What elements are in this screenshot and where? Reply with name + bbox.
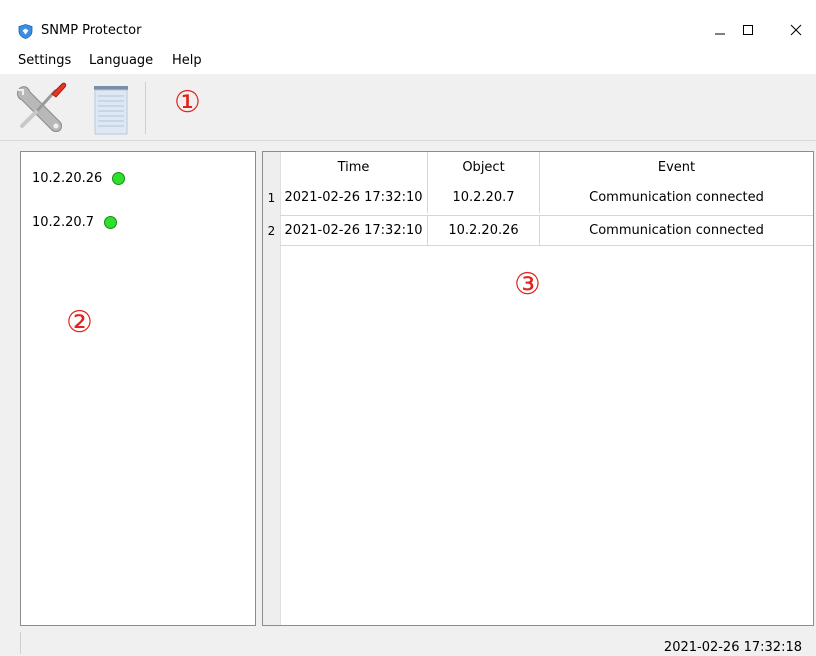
row-number: 1 (267, 190, 276, 205)
menu-language[interactable]: Language (89, 53, 153, 68)
table-cell-event[interactable]: Communication connected (540, 215, 813, 246)
title-bar: SNMP Protector (0, 0, 816, 46)
close-icon (790, 24, 802, 36)
column-header-object[interactable]: Object (428, 152, 540, 182)
status-bar: 2021-02-26 17:32:18 (0, 628, 816, 656)
column-header-time[interactable]: Time (280, 152, 428, 182)
maximize-icon (743, 25, 753, 35)
column-header-event[interactable]: Event (540, 152, 813, 182)
device-ip: 10.2.20.7 (32, 214, 95, 230)
marker-2: ② (66, 305, 93, 340)
row-number: 2 (267, 223, 276, 238)
minimize-icon (715, 33, 725, 35)
device-list-panel: 10.2.20.26 10.2.20.7 ② (20, 151, 256, 626)
tools-icon (17, 82, 67, 132)
device-item[interactable]: 10.2.20.7 (32, 213, 118, 231)
notepad-button[interactable] (84, 80, 140, 136)
table-cell-object[interactable]: 10.2.20.26 (428, 215, 540, 246)
status-divider (20, 632, 21, 654)
online-status-icon (112, 171, 126, 185)
marker-1: ① (174, 85, 201, 120)
window-title: SNMP Protector (41, 23, 142, 38)
close-button[interactable] (776, 14, 816, 46)
maximize-button[interactable] (728, 14, 768, 46)
shield-icon (18, 24, 33, 39)
table-cell-event[interactable]: Communication connected (540, 182, 813, 213)
event-table: Time Object Event 1 2021-02-26 17:32:10 … (262, 151, 814, 626)
app-window: SNMP Protector Settings Language Help ① … (0, 0, 816, 656)
tools-button[interactable] (12, 80, 68, 136)
device-item[interactable]: 10.2.20.26 (32, 169, 126, 187)
device-ip: 10.2.20.26 (32, 170, 103, 186)
menu-bar: Settings Language Help (0, 46, 816, 74)
status-datetime: 2021-02-26 17:32:18 (663, 640, 802, 655)
table-cell-time[interactable]: 2021-02-26 17:32:10 (280, 182, 428, 213)
online-status-icon (104, 215, 118, 229)
toolbar-separator (145, 82, 146, 134)
menu-settings[interactable]: Settings (18, 53, 71, 68)
menu-help[interactable]: Help (172, 53, 202, 68)
table-cell-object[interactable]: 10.2.20.7 (428, 182, 540, 213)
notepad-icon (94, 86, 128, 135)
toolbar: ① (0, 74, 816, 141)
marker-3: ③ (514, 267, 541, 302)
table-cell-time[interactable]: 2021-02-26 17:32:10 (280, 215, 428, 246)
